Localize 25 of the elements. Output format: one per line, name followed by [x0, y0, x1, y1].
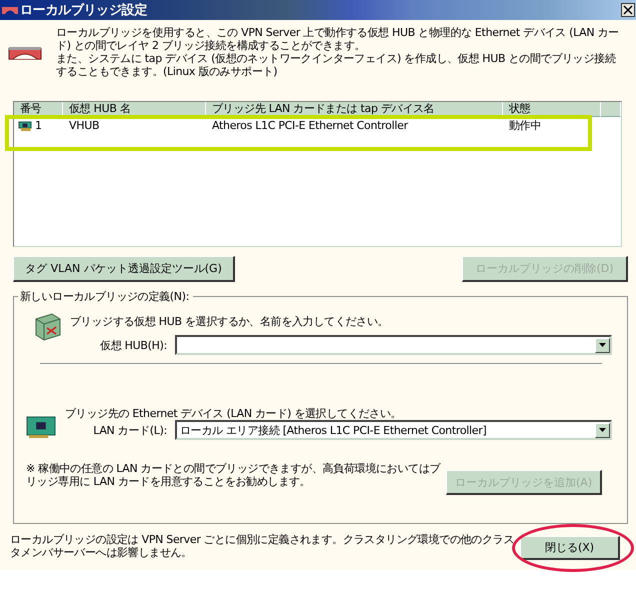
intro-text: また、システムに tap デバイス (仮想のネットワークインターフェイス) を作成し、仮想 HUB との間でブリッジ接続することもできます。(Linux 版のみサポート): [56, 52, 616, 78]
hub-combo-box[interactable]: [175, 335, 612, 355]
network-card-icon: [17, 120, 33, 132]
table-cell-text: Atheros L1C PCI-E Ethernet Controller: [211, 118, 410, 134]
lan-prompt: ブリッジ先の Ethernet デバイス (LAN カード) を選択してください。: [65, 407, 402, 420]
group-title: 新しいローカルブリッジの定義(N):: [18, 290, 194, 303]
table-cell-text: 1: [35, 118, 42, 134]
close-button[interactable]: [621, 3, 635, 17]
dropdown-arrow-icon: [599, 343, 606, 347]
lan-combo-box[interactable]: ローカル エリア接続 [Atheros L1C PCI-E Ethernet Controller]: [175, 420, 612, 440]
table-cell-text: VHUB: [68, 118, 100, 134]
field-label: 仮想 HUB(H):: [99, 338, 168, 352]
vlan-tool-button[interactable]: タグ VLAN パケット透過設定ツール(G): [13, 256, 235, 282]
dropdown-arrow-icon: [599, 428, 606, 432]
intro-text: ローカルブリッジを使用すると、この VPN Server 上で動作する仮想 HUB と物理的な Ethernet デバイス (LAN カード) との間でレイヤ 2 ブリッジ接続を構成することができます。: [56, 26, 620, 52]
note-text: ※ 稼働中の任意の LAN カードとの間でブリッジできますが、高負荷環境においてはブリッジ専用に LAN カードを用意することをお勧めします。: [26, 462, 442, 488]
footer-note: ローカルブリッジの設定は VPN Server ごとに個別に定義されます。クラスタリング環境での他のクラスタメンバサーバーへは影響しません。: [10, 533, 516, 559]
window-title: ローカルブリッジ設定: [20, 2, 148, 19]
bridge-icon: [2, 5, 18, 15]
close-icon: [623, 5, 633, 15]
network-card-icon: [25, 415, 57, 439]
hub-prompt: ブリッジする仮想 HUB を選択するか、名前を入力してください。: [70, 315, 388, 328]
table-cell-text: 動作中: [508, 118, 542, 134]
field-label: LAN カード(L):: [92, 422, 168, 438]
close-dialog-button[interactable]: 閉じる(X): [520, 536, 620, 560]
